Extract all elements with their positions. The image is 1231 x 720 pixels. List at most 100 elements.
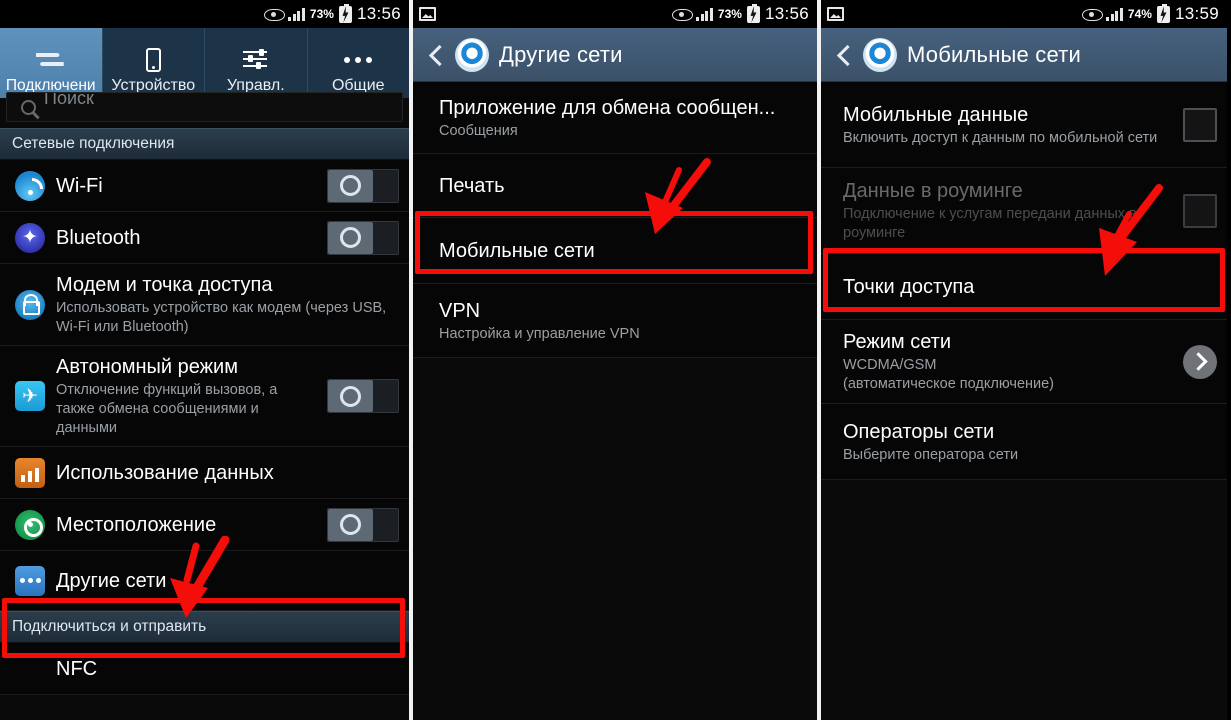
bluetooth-icon: ✦ <box>10 222 50 253</box>
list-item-subtitle: Отключение функций вызовов, а также обме… <box>56 382 278 436</box>
list-item-label: Использование данных <box>56 461 274 484</box>
list-item-subtitle: Настройка и управление VPN <box>439 325 640 342</box>
list-item-mobile-networks[interactable]: Мобильные сети <box>413 218 817 284</box>
list-item-network-operators[interactable]: Операторы сети Выберите оператора сети <box>821 404 1227 480</box>
list-item-bluetooth[interactable]: ✦ Bluetooth <box>0 212 409 264</box>
clock: 13:56 <box>764 4 809 23</box>
three-dots-icon <box>344 44 373 76</box>
panel-other-networks: 73% 13:56 Другие сети Приложение для обм… <box>413 0 817 720</box>
list-item-messaging-app[interactable]: Приложение для обмена сообщен... Сообщен… <box>413 82 817 154</box>
list-item-mobile-data[interactable]: Мобильные данные Включить доступ к данны… <box>821 82 1227 168</box>
picture-icon <box>419 7 436 21</box>
list-item-label: Wi-Fi <box>56 174 103 197</box>
list-item-subtitle: WCDMA/GSM (автоматическое подключение) <box>843 357 1055 392</box>
search-placeholder: Поиск <box>44 92 94 108</box>
list-item-subtitle: Подключение к услугам передани данных в … <box>843 206 1137 241</box>
tab-bar: Подключени Устройство Управл. Общие <box>0 28 409 98</box>
list-item-subtitle: Выберите оператора сети <box>843 446 1019 463</box>
list-item-subtitle: Сообщения <box>439 122 518 139</box>
list-item-label: NFC <box>56 657 98 680</box>
list-item-label: Точки доступа <box>843 275 975 298</box>
list-item-label: Операторы сети <box>843 420 995 443</box>
list-item-network-mode[interactable]: Режим сети WCDMA/GSM (автоматическое под… <box>821 320 1227 404</box>
list-item-vpn[interactable]: VPN Настройка и управление VPN <box>413 284 817 358</box>
list-item-subtitle: Включить доступ к данным по мобильной се… <box>843 129 1158 146</box>
data-usage-icon <box>10 457 50 488</box>
tab-general[interactable]: Общие <box>308 28 410 98</box>
page-title: Другие сети <box>499 41 623 67</box>
list-item-nfc[interactable]: NFC <box>0 643 409 695</box>
list-item-print[interactable]: Печать <box>413 154 817 218</box>
signal-icon <box>696 7 713 21</box>
list-item-label: Режим сети <box>843 331 952 353</box>
list-item-label: Мобильные данные <box>843 103 1029 126</box>
eye-icon <box>672 7 694 21</box>
eye-icon <box>264 7 286 21</box>
status-bar: 74% 13:59 <box>821 0 1227 28</box>
list-item-label: Bluetooth <box>56 226 141 249</box>
wifi-toggle[interactable] <box>327 168 399 203</box>
airplane-icon: ✈ <box>10 381 50 411</box>
battery-percent: 73% <box>309 7 334 21</box>
location-toggle[interactable] <box>327 507 399 542</box>
tab-connections[interactable]: Подключени <box>0 28 103 98</box>
list-item-label: Мобильные сети <box>439 239 595 262</box>
list-item-data-usage[interactable]: Использование данных <box>0 447 409 499</box>
list-item-label: VPN <box>439 299 481 322</box>
eye-icon <box>1082 7 1104 21</box>
list-item-airplane-mode[interactable]: ✈ Автономный режим Отключение функций вы… <box>0 346 409 447</box>
list-item-label: Данные в роуминге <box>843 180 1023 202</box>
panel-connections: 73% 13:56 Подключени Устройство Управл. <box>0 0 409 720</box>
section-header-network-connections: Сетевые подключения <box>0 128 409 160</box>
list-item-label: Печать <box>439 174 505 197</box>
battery-charging-icon <box>338 3 352 23</box>
network-mode-chevron[interactable] <box>1183 344 1217 379</box>
airplane-toggle[interactable] <box>327 379 399 413</box>
search-input[interactable]: Поиск <box>6 92 403 122</box>
list-item-label: Автономный режим <box>56 356 238 378</box>
section-header-connect-and-send: Подключиться и отправить <box>0 611 409 643</box>
phone-icon <box>145 44 161 76</box>
picture-icon <box>827 7 844 21</box>
list-item-label: Модем и точка доступа <box>56 274 273 296</box>
status-bar: 73% 13:56 <box>413 0 817 28</box>
back-chevron-icon[interactable] <box>835 46 853 64</box>
page-title: Мобильные сети <box>907 41 1081 67</box>
list-item-label: Другие сети <box>56 569 167 592</box>
battery-charging-icon <box>1156 3 1170 23</box>
status-bar: 73% 13:56 <box>0 0 409 28</box>
signal-icon <box>1106 7 1123 21</box>
settings-gear-icon <box>860 34 900 75</box>
battery-percent: 73% <box>717 7 742 21</box>
mobile-data-checkbox[interactable] <box>1183 107 1217 142</box>
sliders-icon <box>242 44 269 76</box>
signal-icon <box>288 7 305 21</box>
list-item-access-points[interactable]: Точки доступа <box>821 254 1227 320</box>
settings-gear-icon <box>452 34 492 75</box>
three-panel-screenshot: 73% 13:56 Подключени Устройство Управл. <box>0 0 1231 720</box>
list-item-location[interactable]: Местоположение <box>0 499 409 551</box>
tab-controls[interactable]: Управл. <box>205 28 308 98</box>
location-icon <box>10 509 50 540</box>
bluetooth-toggle[interactable] <box>327 220 399 255</box>
list-item-label: Местоположение <box>56 513 217 536</box>
clock: 13:59 <box>1174 4 1219 23</box>
list-item-tethering[interactable]: Модем и точка доступа Использовать устро… <box>0 264 409 346</box>
data-roaming-checkbox[interactable] <box>1183 193 1217 228</box>
sync-arrows-icon <box>36 44 66 76</box>
list-item-subtitle: Использовать устройство как модем (через… <box>56 300 387 335</box>
tab-device[interactable]: Устройство <box>103 28 205 98</box>
action-bar: Другие сети <box>413 28 817 82</box>
list-item-wifi[interactable]: Wi-Fi <box>0 160 409 212</box>
search-icon <box>21 99 36 115</box>
other-networks-icon <box>10 565 50 596</box>
wifi-icon <box>10 170 50 201</box>
list-item-other-networks[interactable]: Другие сети <box>0 551 409 611</box>
battery-charging-icon <box>746 3 760 23</box>
action-bar: Мобильные сети <box>821 28 1227 82</box>
clock: 13:56 <box>356 4 401 23</box>
battery-percent: 74% <box>1127 7 1152 21</box>
back-chevron-icon[interactable] <box>427 46 445 64</box>
tethering-icon <box>10 289 50 320</box>
list-item-data-roaming[interactable]: Данные в роуминге Подключение к услугам … <box>821 168 1227 254</box>
